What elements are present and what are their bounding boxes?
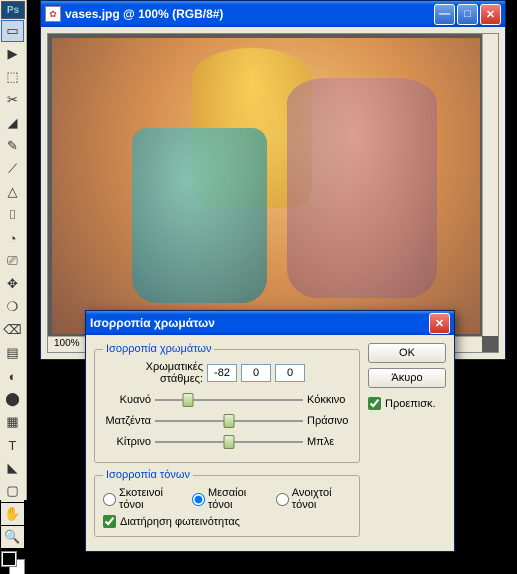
tool-19[interactable]: ◣ <box>1 457 24 479</box>
document-title: vases.jpg @ 100% (RGB/8#) <box>65 7 432 21</box>
app-logo: Ps <box>1 1 25 19</box>
tool-2[interactable]: ⬚ <box>1 66 24 88</box>
slider-right-label-1: Πράσινο <box>303 415 351 427</box>
ok-button[interactable]: OK <box>368 343 446 363</box>
color-balance-group: Ισορροπία χρωμάτων Χρωματικές στάθμες: Κ… <box>94 343 360 463</box>
tool-0[interactable]: ▭ <box>1 20 24 42</box>
slider-2[interactable] <box>155 433 303 451</box>
slider-right-label-0: Κόκκινο <box>303 394 351 406</box>
tool-15[interactable]: ◐ <box>1 365 24 387</box>
tool-3[interactable]: ✂ <box>1 89 24 111</box>
tool-7[interactable]: △ <box>1 181 24 203</box>
preview-checkbox[interactable] <box>368 397 381 410</box>
color-balance-legend: Ισορροπία χρωμάτων <box>103 343 214 355</box>
tool-5[interactable]: ✎ <box>1 135 24 157</box>
level-yellow-blue[interactable] <box>275 364 305 382</box>
document-icon: ✿ <box>45 6 61 22</box>
zoom-readout[interactable]: 100% <box>48 336 86 352</box>
preserve-luminosity-checkbox[interactable] <box>103 515 116 528</box>
tool-4[interactable]: ◢ <box>1 112 24 134</box>
tool-13[interactable]: ⌫ <box>1 319 24 341</box>
document-window: ✿ vases.jpg @ 100% (RGB/8#) — □ ✕ 100% <box>40 0 506 360</box>
dialog-titlebar[interactable]: Ισορροπία χρωμάτων ✕ <box>86 311 454 335</box>
tools-palette: Ps ▭▶⬚✂◢✎⟋△⌷◔⎚✥❍⌫▤◐⬤▦T◣▢✋🔍 <box>0 0 27 500</box>
slider-row-0: Κυανό Κόκκινο <box>103 391 351 409</box>
tool-11[interactable]: ✥ <box>1 273 24 295</box>
tone-balance-legend: Ισορροπία τόνων <box>103 469 193 481</box>
radio-midtones[interactable]: Μεσαίοι τόνοι <box>192 487 266 511</box>
tool-20[interactable]: ▢ <box>1 480 24 502</box>
slider-left-label-1: Ματζέντα <box>103 415 155 427</box>
level-magenta-green[interactable] <box>241 364 271 382</box>
vertical-scrollbar[interactable] <box>482 34 498 336</box>
document-titlebar[interactable]: ✿ vases.jpg @ 100% (RGB/8#) — □ ✕ <box>41 1 505 27</box>
tool-21[interactable]: ✋ <box>1 503 24 525</box>
slider-0[interactable] <box>155 391 303 409</box>
image-canvas[interactable] <box>52 38 480 334</box>
tool-6[interactable]: ⟋ <box>1 158 24 180</box>
tool-12[interactable]: ❍ <box>1 296 24 318</box>
color-levels-label: Χρωματικές στάθμες: <box>103 361 203 385</box>
radio-shadows[interactable]: Σκοτεινοί τόνοι <box>103 487 182 511</box>
tool-17[interactable]: ▦ <box>1 411 24 433</box>
color-balance-dialog: Ισορροπία χρωμάτων ✕ Ισορροπία χρωμάτων … <box>85 310 455 552</box>
preserve-luminosity-label: Διατήρηση φωτεινότητας <box>120 516 240 528</box>
color-swatches[interactable] <box>2 552 24 574</box>
tool-18[interactable]: T <box>1 434 24 456</box>
cancel-button[interactable]: Άκυρο <box>368 368 446 388</box>
tone-balance-group: Ισορροπία τόνων Σκοτεινοί τόνοι Μεσαίοι … <box>94 469 360 537</box>
canvas-area: 100% <box>47 33 499 353</box>
radio-shadows-label: Σκοτεινοί τόνοι <box>119 487 182 511</box>
preview-label: Προεπισκ. <box>385 398 436 410</box>
level-cyan-red[interactable] <box>207 364 237 382</box>
slider-row-2: Κίτρινο Μπλε <box>103 433 351 451</box>
slider-row-1: Ματζέντα Πράσινο <box>103 412 351 430</box>
tool-8[interactable]: ⌷ <box>1 204 24 226</box>
maximize-button[interactable]: □ <box>457 4 478 25</box>
slider-1[interactable] <box>155 412 303 430</box>
dialog-title: Ισορροπία χρωμάτων <box>90 316 427 330</box>
doc-close-button[interactable]: ✕ <box>480 4 501 25</box>
slider-left-label-0: Κυανό <box>103 394 155 406</box>
foreground-color-swatch[interactable] <box>2 552 16 566</box>
tool-16[interactable]: ⬤ <box>1 388 24 410</box>
radio-midtones-label: Μεσαίοι τόνοι <box>208 487 266 511</box>
vase-pink <box>287 78 437 298</box>
radio-highlights[interactable]: Ανοιχτοί τόνοι <box>276 487 351 511</box>
vase-blue <box>132 128 267 303</box>
tool-14[interactable]: ▤ <box>1 342 24 364</box>
minimize-button[interactable]: — <box>434 4 455 25</box>
dialog-close-button[interactable]: ✕ <box>429 313 450 334</box>
slider-left-label-2: Κίτρινο <box>103 436 155 448</box>
tool-22[interactable]: 🔍 <box>1 526 24 548</box>
radio-highlights-label: Ανοιχτοί τόνοι <box>292 487 351 511</box>
tool-10[interactable]: ⎚ <box>1 250 24 272</box>
tool-9[interactable]: ◔ <box>1 227 24 249</box>
tool-1[interactable]: ▶ <box>1 43 24 65</box>
slider-right-label-2: Μπλε <box>303 436 351 448</box>
